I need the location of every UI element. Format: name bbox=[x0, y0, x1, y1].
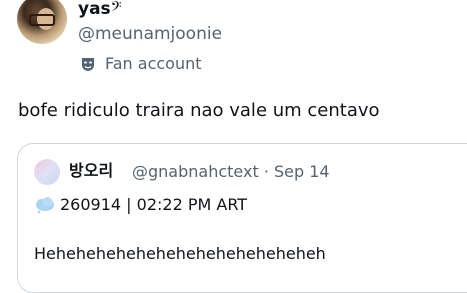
meta-separator: · bbox=[263, 162, 269, 181]
author-handle[interactable]: @meunamjoonie bbox=[78, 23, 222, 45]
avatar[interactable] bbox=[17, 0, 67, 44]
quoted-date[interactable]: Sep 14 bbox=[274, 162, 330, 181]
avatar-detail bbox=[29, 14, 55, 26]
author-name-text: yas bbox=[78, 0, 111, 19]
quoted-timestamp-text: 260914 | 02:22 PM ART bbox=[60, 195, 248, 214]
quoted-meta: @gnabnahctext · Sep 14 bbox=[132, 161, 330, 183]
fan-account-label: Fan account bbox=[80, 53, 202, 75]
quoted-body: Heheheheheheheheheheheheheheh bbox=[34, 244, 326, 263]
quoted-avatar[interactable] bbox=[34, 159, 60, 185]
quoted-first-line: 260914 | 02:22 PM ART bbox=[34, 194, 247, 216]
quoted-tweet[interactable]: 방오리 @gnabnahctext · Sep 14 260914 | 02:2… bbox=[17, 143, 467, 293]
theater-mask-icon bbox=[82, 58, 94, 71]
cloud-icon bbox=[36, 197, 54, 214]
quoted-handle[interactable]: @gnabnahctext bbox=[132, 162, 259, 181]
quoted-display-name[interactable]: 방오리 bbox=[69, 160, 113, 182]
fan-account-text: Fan account bbox=[105, 54, 202, 73]
bass-clef-symbol: 𝄢 bbox=[110, 0, 122, 19]
tweet-text: bofe ridiculo traira nao vale um centavo bbox=[18, 100, 380, 121]
author-display-name[interactable]: yas𝄢 bbox=[78, 0, 122, 20]
